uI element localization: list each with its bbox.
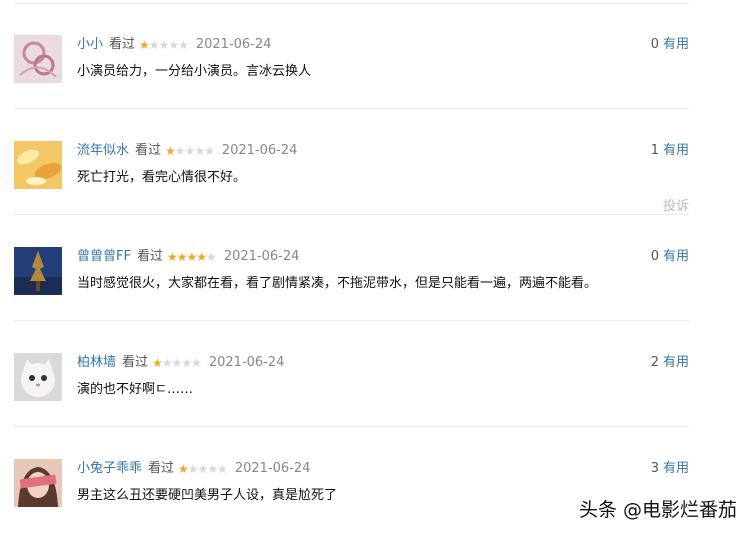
star-rating: ★★★★★: [178, 461, 228, 477]
review-date: 2021-06-24: [234, 461, 311, 476]
useful-vote[interactable]: 0 有用: [651, 37, 689, 53]
username-link[interactable]: 小兔子乖乖: [77, 461, 142, 477]
review-date: 2021-06-24: [223, 249, 300, 264]
username-link[interactable]: 柏林墙: [77, 355, 116, 371]
review-content: 小演员给力，一分给小演员。言冰云换人: [77, 64, 312, 79]
avatar[interactable]: [14, 247, 62, 295]
star-filled-icon: ★: [176, 250, 188, 264]
star-filled-icon: ★: [152, 356, 163, 370]
review-meta: 小兔子乖乖 看过 ★★★★★ 2021-06-24: [77, 461, 310, 477]
star-empty-icon: ★: [158, 38, 170, 52]
star-empty-icon: ★: [181, 356, 192, 370]
useful-count: 0: [650, 37, 659, 52]
review-item: 小小 看过 ★★★★★ 2021-06-24 0 有用 小演员给力，一分给小演员。…: [14, 3, 689, 109]
useful-vote[interactable]: 2 有用: [651, 355, 689, 371]
username-link[interactable]: 曾曾曾FF: [77, 249, 131, 265]
star-rating: ★★★★★: [152, 355, 202, 371]
review-date: 2021-06-24: [195, 37, 272, 52]
star-empty-icon: ★: [168, 38, 179, 52]
watched-label: 看过: [135, 143, 162, 158]
report-link[interactable]: 投诉: [663, 195, 689, 214]
review-date: 2021-06-24: [221, 143, 298, 158]
star-empty-icon: ★: [207, 462, 218, 476]
watermark: 头条 @电影烂番茄: [578, 499, 737, 521]
review-item: 流年似水 看过 ★★★★★ 2021-06-24 1 有用 死亡打光，看完心情很不…: [14, 109, 689, 215]
review-meta: 小小 看过 ★★★★★ 2021-06-24: [77, 37, 271, 53]
review-content: 男主这么丑还要硬凹美男子人设，真是尬死了: [77, 488, 338, 503]
useful-button[interactable]: 有用: [663, 461, 689, 476]
review-item: 曾曾曾FF 看过 ★★★★★ 2021-06-24 0 有用 当时感觉很火，大家都…: [14, 215, 689, 321]
watched-label: 看过: [136, 249, 163, 264]
useful-count: 2: [650, 355, 659, 370]
star-empty-icon: ★: [204, 144, 215, 158]
star-filled-icon: ★: [165, 144, 176, 158]
review-content: 当时感觉很火，大家都在看，看了剧情紧凑，不拖泥带水，但是只能看一遍，两遍不能看。: [77, 276, 598, 291]
useful-button[interactable]: 有用: [663, 143, 689, 158]
useful-vote[interactable]: 0 有用: [651, 249, 689, 265]
star-empty-icon: ★: [197, 462, 209, 476]
review-meta: 曾曾曾FF 看过 ★★★★★ 2021-06-24: [77, 249, 299, 265]
review-meta: 流年似水 看过 ★★★★★ 2021-06-24: [77, 143, 297, 159]
star-empty-icon: ★: [174, 144, 186, 158]
star-rating: ★★★★★: [166, 249, 217, 265]
review-date: 2021-06-24: [208, 355, 285, 370]
star-empty-icon: ★: [161, 356, 173, 370]
useful-button[interactable]: 有用: [663, 37, 689, 52]
useful-count: 0: [650, 249, 659, 264]
star-empty-icon: ★: [171, 356, 183, 370]
useful-button[interactable]: 有用: [663, 249, 689, 264]
review-meta: 柏林墙 看过 ★★★★★ 2021-06-24: [77, 355, 284, 371]
review-item: 柏林墙 看过 ★★★★★ 2021-06-24 2 有用 演的也不好啊ㄷ……: [14, 321, 689, 427]
watched-label: 看过: [148, 461, 175, 476]
username-link[interactable]: 小小: [77, 37, 103, 53]
star-empty-icon: ★: [184, 144, 196, 158]
star-empty-icon: ★: [191, 356, 202, 370]
star-empty-icon: ★: [206, 250, 217, 264]
avatar[interactable]: [14, 459, 62, 507]
avatar[interactable]: [14, 353, 62, 401]
watched-label: 看过: [122, 355, 149, 370]
star-empty-icon: ★: [148, 38, 160, 52]
star-rating: ★★★★★: [139, 37, 189, 53]
star-filled-icon: ★: [139, 38, 150, 52]
username-link[interactable]: 流年似水: [77, 143, 129, 159]
useful-vote[interactable]: 1 有用: [651, 143, 689, 159]
review-content: 死亡打光，看完心情很不好。: [77, 170, 247, 185]
star-rating: ★★★★★: [165, 143, 215, 159]
useful-vote[interactable]: 3 有用: [651, 461, 689, 477]
avatar[interactable]: [14, 141, 62, 189]
star-filled-icon: ★: [178, 462, 189, 476]
star-filled-icon: ★: [196, 250, 207, 264]
star-empty-icon: ★: [217, 462, 228, 476]
review-content: 演的也不好啊ㄷ……: [77, 382, 193, 397]
star-filled-icon: ★: [166, 250, 178, 264]
star-empty-icon: ★: [194, 144, 205, 158]
avatar[interactable]: [14, 35, 62, 83]
star-empty-icon: ★: [187, 462, 199, 476]
useful-count: 3: [650, 461, 659, 476]
useful-count: 1: [650, 143, 659, 158]
useful-button[interactable]: 有用: [663, 355, 689, 370]
watched-label: 看过: [109, 37, 136, 52]
star-filled-icon: ★: [186, 250, 198, 264]
star-empty-icon: ★: [178, 38, 189, 52]
